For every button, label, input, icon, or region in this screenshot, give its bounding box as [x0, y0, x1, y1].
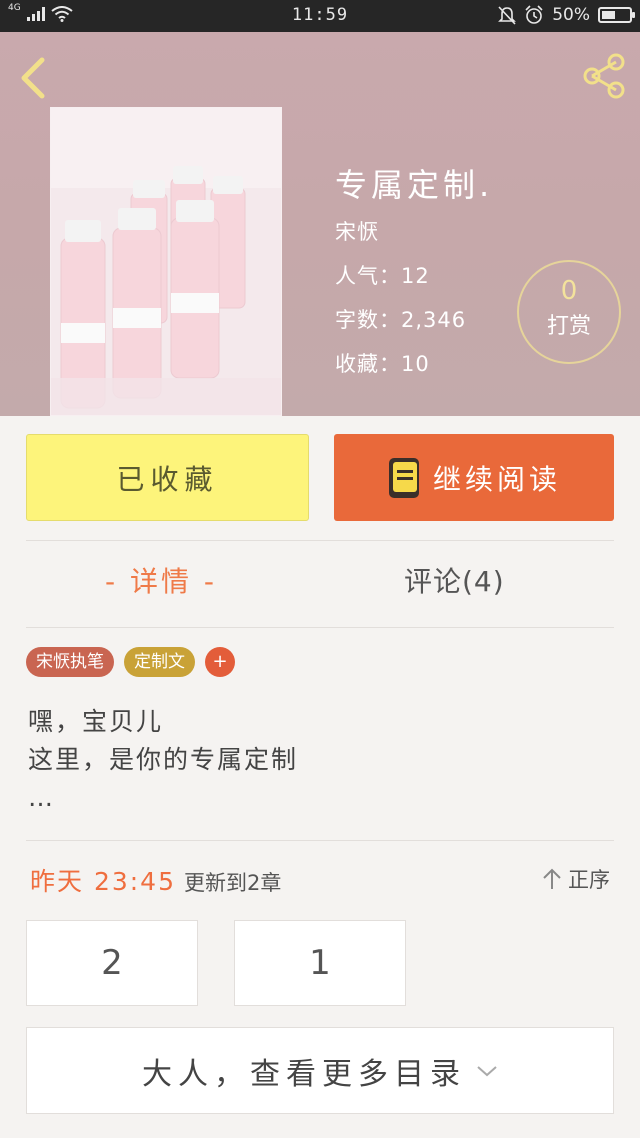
mute-icon — [498, 6, 517, 25]
tag-list: 宋恹执笔 定制文 + — [26, 647, 235, 677]
book-cover[interactable] — [50, 107, 282, 416]
reward-label: 打赏 — [546, 314, 591, 339]
alarm-icon — [525, 5, 543, 24]
tag-item[interactable]: 宋恹执笔 — [26, 647, 114, 677]
divider — [26, 840, 614, 841]
tab-comments[interactable]: 评论(4) — [404, 560, 505, 600]
add-tag-button[interactable]: + — [205, 647, 235, 677]
divider — [26, 540, 614, 541]
update-time: 昨天 23:45 — [30, 867, 176, 896]
chevron-down-icon — [477, 1065, 497, 1076]
chapter-item[interactable]: 1 — [234, 920, 406, 1006]
more-chapters-label: 大人，查看更多目录 — [142, 1056, 466, 1092]
arrow-up-icon — [543, 868, 561, 889]
book-info: 专属定制. 宋恹 人气：12 字数：2,346 收藏：10 — [335, 160, 493, 392]
tab-detail[interactable]: - 详情 - — [105, 560, 217, 600]
battery-level — [602, 11, 615, 19]
favorited-button[interactable]: 已收藏 — [26, 434, 309, 521]
reward-count: 0 — [560, 276, 578, 306]
battery-percent: 50% — [552, 5, 590, 25]
book-popularity: 人气：12 — [335, 264, 430, 288]
book-description[interactable]: 嘿，宝贝儿 这里，是你的专属定制 … — [28, 703, 298, 817]
book-header: 专属定制. 宋恹 人气：12 字数：2,346 收藏：10 0 打赏 — [0, 32, 640, 416]
description-line: 嘿，宝贝儿 — [28, 707, 164, 736]
tag-item[interactable]: 定制文 — [124, 647, 195, 677]
reward-button[interactable]: 0 打赏 — [517, 260, 621, 364]
cover-image — [51, 108, 281, 415]
update-info: 昨天 23:45 更新到2章 — [30, 862, 281, 898]
update-text: 更新到2章 — [184, 871, 282, 895]
status-bar: 4G 11:59 50% — [0, 0, 640, 32]
book-word-count: 字数：2,346 — [335, 308, 467, 332]
divider — [26, 627, 614, 628]
book-author[interactable]: 宋恹 — [335, 216, 493, 246]
status-right: 50% — [498, 5, 635, 25]
share-icon[interactable] — [578, 50, 630, 102]
description-line: … — [28, 783, 55, 812]
book-icon — [388, 457, 419, 498]
sort-toggle[interactable]: 正序 — [542, 864, 610, 894]
more-chapters-button[interactable]: 大人，查看更多目录 — [26, 1027, 614, 1114]
continue-reading-button[interactable]: 继续阅读 — [334, 434, 614, 521]
favorited-label: 已收藏 — [116, 462, 219, 496]
back-icon[interactable] — [16, 54, 52, 102]
description-line: 这里，是你的专属定制 — [28, 745, 299, 774]
book-title: 专属定制. — [335, 166, 494, 204]
continue-reading-label: 继续阅读 — [432, 462, 561, 496]
chapter-item[interactable]: 2 — [26, 920, 198, 1006]
battery-icon — [598, 7, 635, 23]
book-favorites: 收藏：10 — [335, 352, 430, 376]
sort-label: 正序 — [568, 868, 610, 892]
